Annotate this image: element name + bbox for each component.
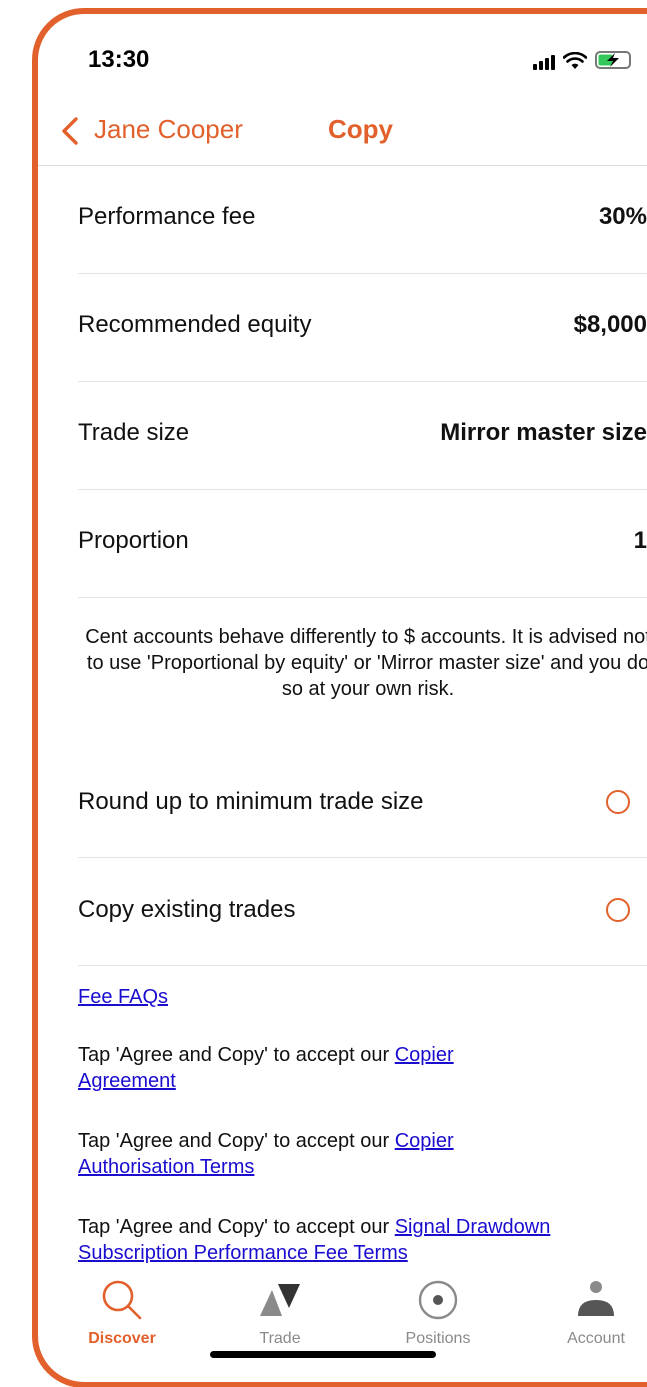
setting-value: 30% [598,203,647,230]
toggle-row-round-up[interactable]: Round up to minimum trade size [78,750,647,858]
status-icons [533,50,635,70]
copier-agreement-link-2[interactable]: Agreement [78,1070,176,1092]
setting-label: Performance fee [78,203,256,230]
wifi-icon [563,52,587,69]
search-icon [62,1276,182,1328]
signal-icon [533,54,555,70]
tab-label: Account [567,1330,625,1347]
drawdown-terms-link-2[interactable]: Subscription Performance Fee Terms [78,1242,408,1264]
phone-frame: 13:30 Jane Cooper Copy Performance fee 3… [0,0,647,1387]
terms-prefix: Tap 'Agree and Copy' to accept our [78,1044,395,1066]
home-indicator[interactable] [210,1351,436,1358]
setting-row-proportion[interactable]: Proportion 1 [78,490,647,598]
setting-value: Mirror master size [440,419,647,446]
tab-label: Discover [88,1330,156,1347]
authorisation-terms-link[interactable]: Copier [395,1130,454,1152]
nav-bar: Jane Cooper Copy [38,104,647,166]
settings-list: Performance fee 30% Recommended equity $… [38,166,647,598]
tab-account[interactable]: Account [536,1276,647,1348]
setting-label: Proportion [78,527,189,554]
tab-positions[interactable]: Positions [378,1276,498,1348]
tab-label: Positions [405,1330,471,1347]
setting-label: Trade size [78,419,190,446]
cent-account-notice: Cent accounts behave differently to $ ac… [85,626,647,700]
setting-row-trade-size[interactable]: Trade size Mirror master size [78,382,647,490]
toggle-label: Round up to minimum trade size [78,788,424,815]
positions-icon [378,1276,498,1328]
tab-bar: Discover Trade Positions Account [38,1276,647,1384]
terms-prefix: Tap 'Agree and Copy' to accept our [78,1130,395,1152]
setting-value: 1 [633,527,647,554]
setting-value: $8,000 [573,311,647,338]
back-button[interactable]: Jane Cooper [94,114,243,145]
toggle-label: Copy existing trades [78,896,296,923]
setting-label: Recommended equity [78,311,312,338]
terms-prefix: Tap 'Agree and Copy' to accept our [78,1216,395,1238]
round-up-radio[interactable] [606,790,630,814]
tab-label: Trade [259,1330,301,1347]
status-bar: 13:30 [38,14,647,104]
setting-row-performance-fee: Performance fee 30% [78,166,647,274]
page-title: Copy [328,114,393,144]
tab-discover[interactable]: Discover [62,1276,182,1348]
screen: 13:30 Jane Cooper Copy Performance fee 3… [38,14,647,1384]
trade-icon [220,1276,340,1328]
copier-agreement-link[interactable]: Copier [395,1044,454,1066]
account-icon [536,1276,647,1328]
setting-row-recommended-equity: Recommended equity $8,000 [78,274,647,382]
battery-icon [595,51,631,69]
drawdown-terms-link[interactable]: Signal Drawdown [395,1216,551,1238]
tab-trade[interactable]: Trade [220,1276,340,1348]
copy-existing-radio[interactable] [606,898,630,922]
status-time: 13:30 [88,46,150,73]
chevron-left-icon[interactable] [58,116,82,146]
toggle-row-copy-existing[interactable]: Copy existing trades [78,858,647,966]
authorisation-terms-link-2[interactable]: Authorisation Terms [78,1156,254,1178]
fee-faqs-link[interactable]: Fee FAQs [78,986,168,1008]
